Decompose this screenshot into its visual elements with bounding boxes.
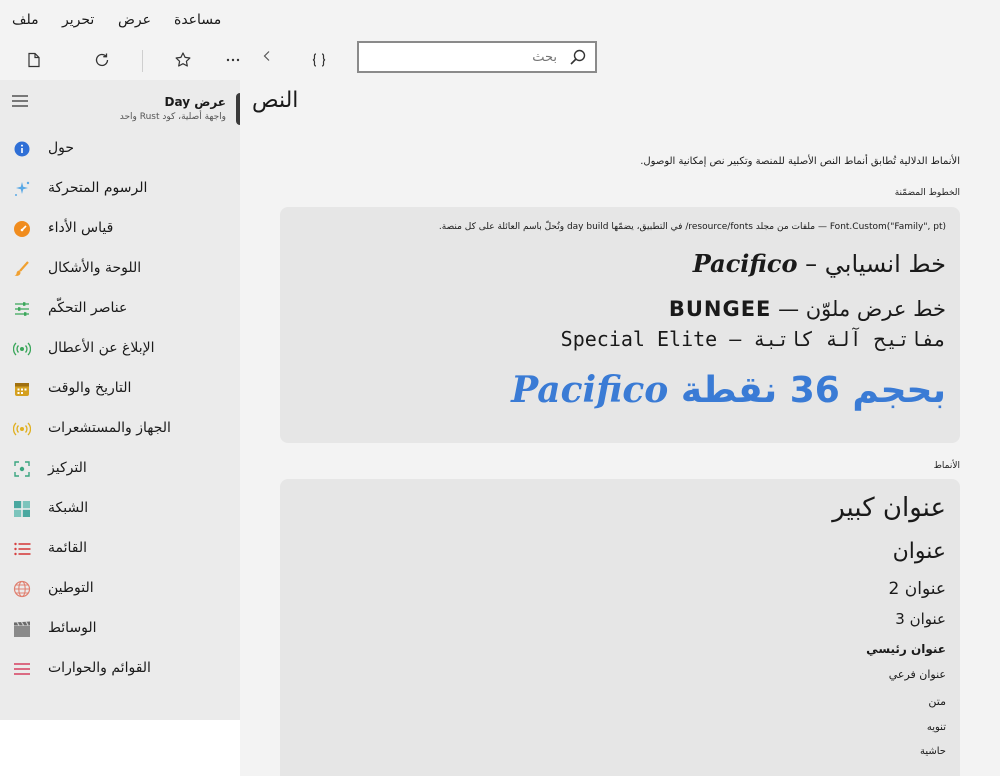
sidebar-item-sensor[interactable]: الجهاز والمستشعرات [0,410,240,450]
style-headline: عنوان رئيسي [866,642,946,656]
font-sample-large: بحجم 36 نقطة Pacifico [511,369,946,411]
style-subheadline: عنوان فرعي [888,668,946,681]
toolbar-separator [142,50,143,72]
style-title-2: عنوان 2 [888,579,947,599]
sidebar-item-label: اللوحة والأشكال [48,260,142,276]
font-sample-script-brand: Pacifico [692,249,798,278]
sidebar-item-sparkle[interactable]: الرسوم المتحركة [0,170,240,210]
font-sample-script-text: خط انسيابي – [797,250,946,278]
sidebar-item-list[interactable]: القائمة [0,530,240,570]
back-button[interactable] [249,40,285,72]
page-title: النص [252,88,299,113]
sidebar-item-label: الرسوم المتحركة [48,180,148,196]
sidebar-item-label: القوائم والحوارات [48,660,151,676]
font-sample-display-text: خط عرض ملوّن — [771,297,946,321]
sidebar-item-label: حول [48,140,75,156]
font-sample-large-brand: Pacifico [511,369,669,411]
refresh-button[interactable] [84,44,120,76]
gauge-icon [13,220,31,238]
sidebar-item-label: الشبكة [48,500,89,516]
list-icon [13,540,31,558]
focus-icon [13,460,31,478]
document-icon [28,52,40,68]
sidebar-item-label: الوسائط [48,620,97,636]
favorite-button[interactable] [165,44,201,76]
refresh-icon [95,53,109,67]
style-large-title: عنوان كبير [832,493,946,523]
style-body: متن [928,695,946,708]
sidebar-item-label: التوطين [48,580,94,596]
embedded-fonts-card: Font.Custom("Family", pt) — ملفات من مجل… [280,207,960,443]
styles-card: عنوان كبير عنوان عنوان 2 عنوان 3 عنوان ر… [280,479,960,776]
sidebar-item-globe[interactable]: التوطين [0,570,240,610]
star-icon [175,52,191,67]
grid-icon [13,500,31,518]
braces-icon [312,53,326,67]
style-title-3: عنوان 3 [895,610,946,628]
sidebar-item-label: عناصر التحكّم [48,300,128,316]
calendar-icon [13,380,31,398]
sidebar-item-label: قياس الأداء [48,220,114,236]
sidebar-item-menu-lines[interactable]: القوائم والحوارات [0,650,240,690]
hamburger-icon [12,95,28,107]
sidebar: عرض Day واجهة أصلية، كود Rust واحد حول ال… [0,80,240,720]
sidebar-item-broadcast[interactable]: الإبلاغ عن الأعطال [0,330,240,370]
sidebar-item-brush[interactable]: اللوحة والأشكال [0,250,240,290]
clapper-icon [13,620,31,638]
search-icon[interactable] [569,48,587,70]
intro-text: الأنماط الدلالية تُطابق أنماط النص الأصل… [640,156,960,167]
menu-bar: ملف تحرير عرض مساعدة [0,0,1000,40]
more-button[interactable] [215,44,251,76]
style-callout: تنويه [926,722,946,733]
font-sample-display: خط عرض ملوّن — BUNGEE [669,297,946,321]
sensor-icon [13,420,31,438]
sliders-icon [13,300,31,318]
menu-lines-icon [13,660,31,678]
sparkle-icon [13,180,31,198]
styles-label: الأنماط [933,461,960,471]
sidebar-item-sliders[interactable]: عناصر التحكّم [0,290,240,330]
sidebar-item-info[interactable]: حول [0,130,240,170]
sidebar-item-label: التاريخ والوقت [48,380,132,396]
style-title: عنوان [892,539,946,564]
sidebar-item-label: القائمة [48,540,87,556]
font-sample-typewriter-brand: Special Elite [560,327,718,351]
sidebar-item-label: الإبلاغ عن الأعطال [48,340,155,356]
menu-help[interactable]: مساعدة [174,12,221,28]
hamburger-menu-button[interactable] [11,93,29,112]
sidebar-item-calendar[interactable]: التاريخ والوقت [0,370,240,410]
embedded-fonts-label: الخطوط المضمّنة [894,188,960,198]
font-sample-script: خط انسيابي – Pacifico [693,249,946,278]
new-document-button[interactable] [16,44,52,76]
menu-edit[interactable]: تحرير [62,12,94,28]
embedded-fonts-note: Font.Custom("Family", pt) — ملفات من مجل… [438,222,946,232]
main-content: النص الأنماط الدلالية تُطابق أنماط النص … [240,80,1000,776]
font-sample-display-brand: BUNGEE [668,297,772,321]
sidebar-item-gauge[interactable]: قياس الأداء [0,210,240,250]
code-button[interactable] [301,44,337,76]
globe-icon [13,580,31,598]
chevron-left-icon [263,51,270,61]
font-sample-large-text: بحجم 36 نقطة [668,370,946,411]
font-sample-typewriter-text: مفاتيح آلة كاتبة — [717,327,946,351]
app-title: عرض Day [164,95,227,109]
search-input[interactable] [359,43,559,71]
style-footnote: حاشية [920,746,946,757]
broadcast-icon [13,340,31,358]
sidebar-item-label: الجهاز والمستشعرات [48,420,171,436]
info-icon [13,140,31,158]
menu-view[interactable]: عرض [118,12,151,28]
sidebar-item-grid[interactable]: الشبكة [0,490,240,530]
brush-icon [13,260,31,278]
sidebar-item-clapper[interactable]: الوسائط [0,610,240,650]
search-box[interactable] [357,41,597,73]
font-sample-typewriter: مفاتيح آلة كاتبة — Special Elite [561,327,946,351]
app-subtitle: واجهة أصلية، كود Rust واحد [119,112,226,122]
sidebar-item-label: التركيز [48,460,87,476]
more-icon [226,58,240,62]
menu-file[interactable]: ملف [12,12,39,28]
sidebar-item-focus[interactable]: التركيز [0,450,240,490]
